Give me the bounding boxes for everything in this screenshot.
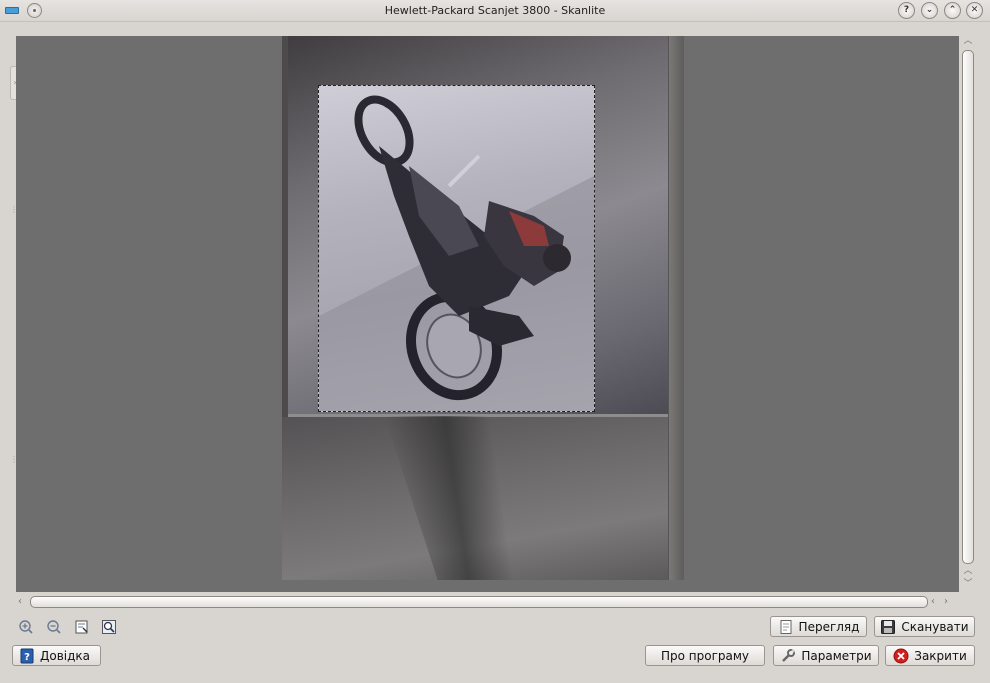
zoom-to-selection-icon[interactable] bbox=[74, 619, 90, 635]
wrench-icon bbox=[780, 648, 796, 664]
help-book-icon: ? bbox=[19, 648, 35, 664]
scroll-left-icon[interactable]: ‹ bbox=[18, 596, 22, 607]
help-icon[interactable]: ? bbox=[898, 2, 915, 19]
scroll-up-icon[interactable]: ︿ bbox=[963, 36, 973, 46]
preview-icon bbox=[778, 619, 794, 635]
scan-button-label: Сканувати bbox=[901, 619, 969, 634]
scroll-up-icon[interactable]: ︿ bbox=[963, 566, 973, 576]
scan-preview-area[interactable] bbox=[16, 36, 959, 592]
horizontal-scroll-handle[interactable] bbox=[30, 596, 928, 608]
selection-rectangle[interactable] bbox=[318, 85, 595, 412]
vertical-scroll-handle[interactable] bbox=[962, 50, 974, 564]
zoom-in-icon[interactable] bbox=[18, 619, 34, 635]
close-window-icon[interactable]: ✕ bbox=[966, 2, 983, 19]
about-button-label: Про програму bbox=[660, 648, 750, 663]
title-bar: Hewlett-Packard Scanjet 3800 - Skanlite … bbox=[0, 0, 990, 22]
minimize-icon[interactable]: ⌄ bbox=[921, 2, 938, 19]
zoom-fit-icon[interactable] bbox=[101, 619, 117, 635]
about-button[interactable]: Про програму bbox=[645, 645, 765, 666]
scroll-right-icon[interactable]: › bbox=[944, 596, 948, 607]
help-button[interactable]: ? Довідка bbox=[12, 645, 101, 666]
preview-button-label: Перегляд bbox=[798, 619, 860, 634]
save-icon bbox=[880, 619, 896, 635]
motorcycle-image bbox=[319, 95, 594, 411]
scroll-left-icon[interactable]: ‹ bbox=[931, 596, 935, 607]
scroll-down-icon[interactable]: ﹀ bbox=[963, 579, 973, 589]
close-button[interactable]: Закрити bbox=[885, 645, 975, 666]
scan-button[interactable]: Сканувати bbox=[874, 616, 975, 637]
vertical-scrollbar[interactable]: ︿ ︿ ﹀ bbox=[960, 36, 976, 592]
horizontal-scrollbar[interactable]: ‹ ‹ › bbox=[16, 594, 959, 610]
close-button-label: Закрити bbox=[914, 648, 967, 663]
settings-button-label: Параметри bbox=[801, 648, 872, 663]
zoom-out-icon[interactable] bbox=[46, 619, 62, 635]
maximize-icon[interactable]: ⌃ bbox=[944, 2, 961, 19]
svg-text:?: ? bbox=[24, 652, 30, 663]
close-icon bbox=[893, 648, 909, 664]
preview-button[interactable]: Перегляд bbox=[770, 616, 867, 637]
help-button-label: Довідка bbox=[40, 648, 91, 663]
window-title: Hewlett-Packard Scanjet 3800 - Skanlite bbox=[384, 4, 606, 17]
settings-button[interactable]: Параметри bbox=[773, 645, 879, 666]
